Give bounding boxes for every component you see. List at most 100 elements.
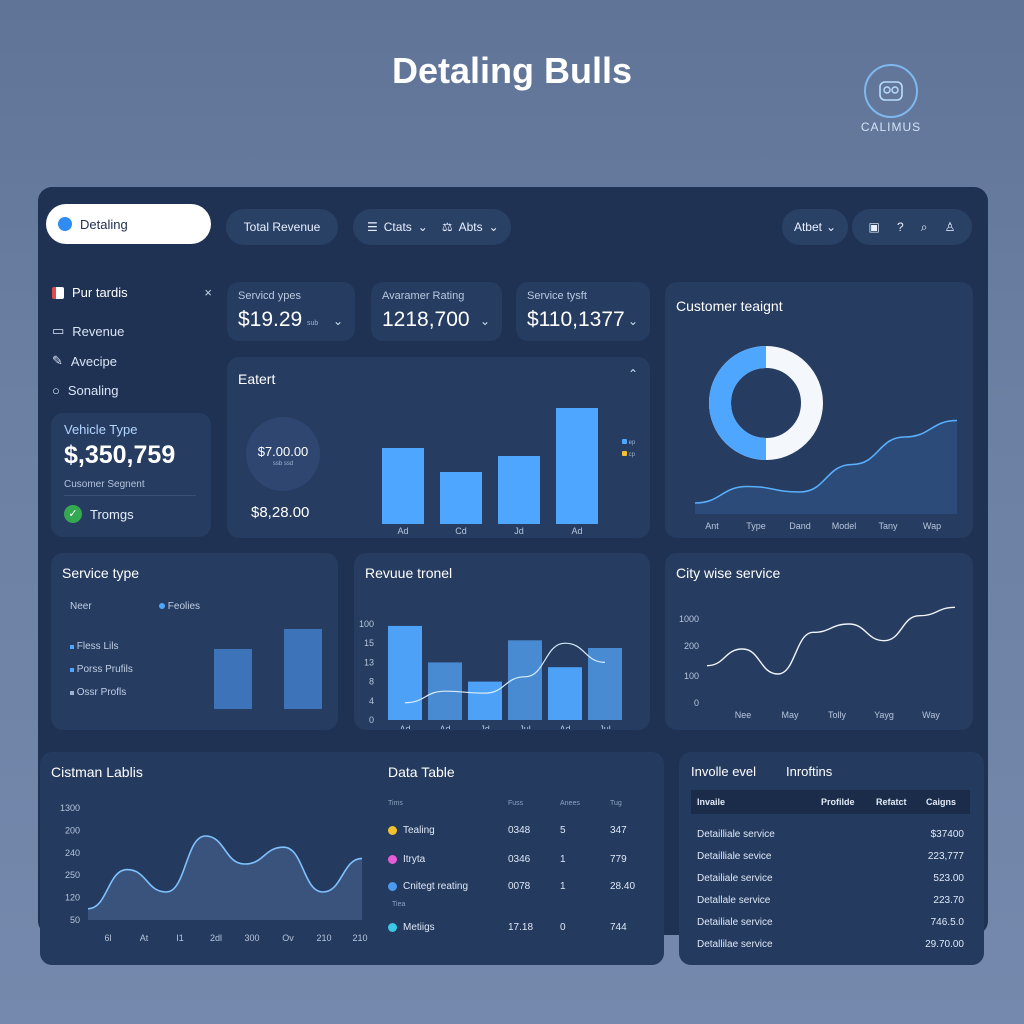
search-icon[interactable]: ⌕ bbox=[921, 220, 928, 235]
sidebar-item-revenue[interactable]: ▭ Revenue bbox=[52, 323, 124, 339]
invoice-row[interactable]: Detailliale sevice 223,777 bbox=[697, 851, 964, 862]
sidebar-item-sonaling[interactable]: ○ Sonaling bbox=[52, 383, 118, 398]
customer-labels-area-chart: 50 120 250 240 200 1300 6l At I1 2dl 300 Ov 210 210 bbox=[60, 803, 368, 943]
bar bbox=[556, 408, 598, 524]
bar bbox=[284, 629, 322, 709]
bar bbox=[468, 681, 502, 720]
kpi-value: 1218,700 bbox=[382, 308, 470, 331]
chevron-down-icon: ⌄ bbox=[825, 220, 837, 234]
y-tick-label: 15 bbox=[364, 638, 374, 648]
user-icon[interactable]: ♙ bbox=[945, 220, 956, 234]
x-tick-label: Ad bbox=[399, 724, 410, 729]
eatert-legend: ep cp bbox=[622, 437, 635, 461]
city-service-panel: City wise service 0 100 200 1000 Nee May Tolly… bbox=[665, 553, 973, 730]
invoice-row[interactable]: Detailliale service $37400 bbox=[697, 829, 964, 840]
y-tick-label: 100 bbox=[684, 671, 699, 681]
x-tick-label: I1 bbox=[176, 933, 184, 943]
data-table: Tims Fuss Anees Tug Tealing 0348 5 347 Itryt… bbox=[388, 798, 648, 958]
chevron-down-icon: ⌄ bbox=[479, 314, 490, 328]
folder-icon[interactable]: ▣ bbox=[869, 220, 880, 234]
row-value-a: 17.18 bbox=[508, 922, 534, 933]
kpi-card[interactable]: Service tysft $110,1377 ⌄ bbox=[516, 282, 650, 341]
total-revenue-pill[interactable]: Total Revenue bbox=[226, 209, 338, 245]
table-row[interactable]: Metiigs 17.18 0 744 bbox=[388, 922, 648, 933]
kpi-card[interactable]: Servicd ypes $19.29 sub ⌄ bbox=[227, 282, 355, 341]
row-value-b: 5 bbox=[560, 825, 566, 836]
row-name: Tealing bbox=[403, 825, 435, 836]
status-dot-icon bbox=[388, 882, 397, 891]
invoice-row[interactable]: Detailiale service 746.5.0 bbox=[697, 917, 964, 928]
y-tick-label: 4 bbox=[369, 696, 374, 706]
row-value-b: 1 bbox=[560, 854, 566, 865]
help-icon[interactable]: ? bbox=[897, 220, 904, 234]
card-icon bbox=[52, 286, 64, 299]
table-row[interactable]: Cnitegt reating 0078 1 28.40 bbox=[388, 881, 648, 892]
y-tick-label: 50 bbox=[70, 915, 80, 925]
x-tick-label: 210 bbox=[352, 933, 367, 943]
invoice-row[interactable]: Detallale service 223.70 bbox=[697, 895, 964, 906]
invoice-row-value: 29.70.00 bbox=[925, 939, 964, 950]
sidebar-title: Pur tardis × bbox=[52, 285, 212, 300]
chats-abts-pill[interactable]: ☰ Ctats ⌄ ⚖ Abts ⌄ bbox=[353, 209, 511, 245]
sidebar-item-avecipe[interactable]: ✎ Avecipe bbox=[52, 353, 117, 369]
invoice-row[interactable]: Detallilae service 29.70.00 bbox=[697, 939, 964, 950]
chevron-down-icon: ⌄ bbox=[488, 220, 499, 234]
service-type-title: Service type bbox=[62, 565, 140, 581]
sidebar-item-label: Revenue bbox=[72, 323, 125, 339]
circle-icon: ○ bbox=[52, 383, 60, 398]
x-tick-label: Type bbox=[746, 521, 766, 531]
series-line bbox=[706, 606, 956, 675]
invoice-row-name: Detailiale service bbox=[697, 917, 773, 928]
eatert-bottom-value: $8,28.00 bbox=[251, 504, 310, 521]
x-tick-label: May bbox=[781, 710, 799, 720]
data-table-title: Data Table bbox=[388, 764, 455, 780]
x-tick-label: Nee bbox=[735, 710, 752, 720]
chevron-down-icon: ⌄ bbox=[332, 314, 343, 328]
tag-label: Tromgs bbox=[90, 506, 134, 522]
revenue-trend-title: Revuue tronel bbox=[365, 565, 453, 581]
invoice-row[interactable]: Detailiale service 523.00 bbox=[697, 873, 964, 884]
x-tick-label: Jd bbox=[514, 526, 524, 535]
invoice-table-header: Invaile Profilde Refatct Caigns bbox=[691, 790, 970, 814]
y-tick-label: 0 bbox=[694, 698, 699, 708]
table-header: Tims Fuss Anees Tug bbox=[388, 800, 622, 807]
row-value-a: 0348 bbox=[508, 825, 531, 836]
search-icon bbox=[58, 217, 72, 231]
customer-insight-panel: Customer teaignt Ant Type Dand Model Tany Wap bbox=[665, 282, 973, 538]
service-header-right: Feolies bbox=[159, 601, 200, 612]
tag-row[interactable]: ✓ Tromgs bbox=[64, 505, 134, 523]
list-icon: ☰ bbox=[367, 220, 378, 234]
invoice-row-value: 746.5.0 bbox=[930, 917, 964, 928]
city-service-line-chart: 0 100 200 1000 Nee May Tolly Yayg Way bbox=[679, 606, 956, 720]
revenue-trend-chart: 0 4 8 13 15 100 Ad Ad Jd Jul Ad Jul bbox=[359, 619, 622, 729]
kpi-card[interactable]: Avaramer Rating 1218,700 ⌄ bbox=[371, 282, 502, 341]
bar bbox=[498, 456, 540, 524]
row-name: Itryta bbox=[403, 854, 426, 865]
row-value-c: 28.40 bbox=[610, 881, 636, 892]
close-icon[interactable]: × bbox=[204, 285, 212, 300]
search-pill[interactable]: Detaling bbox=[46, 204, 211, 244]
text-icon: ⚖ bbox=[441, 220, 453, 234]
bar bbox=[548, 667, 582, 720]
sidebar-title-label: Pur tardis bbox=[72, 285, 128, 300]
invoice-title-2: Inroftins bbox=[786, 764, 833, 779]
kpi-value: $110,1377 bbox=[527, 308, 625, 331]
x-tick-label: Tolly bbox=[828, 710, 847, 720]
brand-name: CALIMUS bbox=[860, 120, 922, 134]
service-row: Ossr Profls bbox=[70, 687, 126, 698]
status-dot-icon bbox=[388, 923, 397, 932]
user-menu-pill[interactable]: Atbet ⌄ bbox=[782, 209, 848, 245]
kpi-value: $19.29 bbox=[238, 308, 303, 331]
bar bbox=[214, 649, 252, 709]
table-row[interactable]: Itryta 0346 1 779 bbox=[388, 854, 648, 865]
table-row[interactable]: Tealing 0348 5 347 bbox=[388, 825, 648, 836]
invoice-panel: Involle evel Inroftins Invaile Profilde … bbox=[679, 752, 984, 965]
x-tick-label: Jd bbox=[480, 724, 490, 729]
x-tick-label: Model bbox=[832, 521, 857, 531]
vehicle-type-value: $,350,759 bbox=[64, 441, 176, 469]
y-tick-label: 200 bbox=[65, 825, 80, 835]
invoice-row-name: Detailliale sevice bbox=[697, 851, 772, 862]
invoice-row-name: Detallale service bbox=[697, 895, 771, 906]
invoice-row-name: Detailliale service bbox=[697, 829, 775, 840]
x-tick-label: Jul bbox=[599, 724, 611, 729]
